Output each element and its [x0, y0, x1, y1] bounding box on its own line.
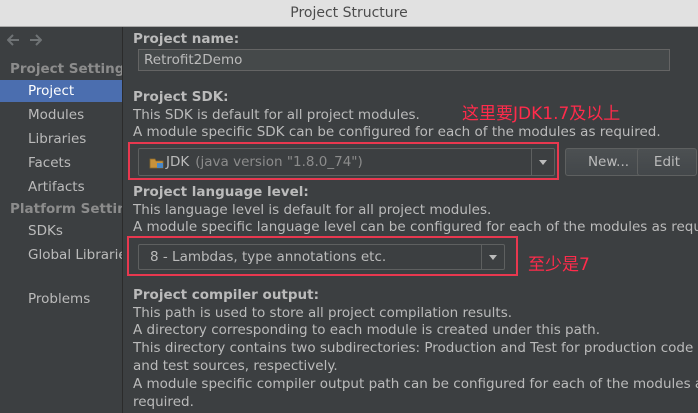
compiler-output-line5: A module specific compiler output path c… — [133, 376, 698, 392]
language-level-highlight-box — [127, 236, 518, 276]
project-name-label: Project name: — [133, 31, 240, 47]
sidebar-item-sdks[interactable]: SDKs — [0, 220, 122, 242]
sidebar-item-facets[interactable]: Facets — [0, 152, 122, 174]
section-project-settings: Project Settings — [10, 61, 123, 77]
sdk-annotation: 这里要JDK1.7及以上 — [462, 104, 621, 124]
compiler-output-line6: required. — [133, 394, 194, 410]
sidebar-item-modules[interactable]: Modules — [0, 104, 122, 126]
back-arrow-icon[interactable] — [7, 34, 20, 46]
language-level-desc1: This language level is default for all p… — [133, 202, 492, 218]
compiler-output-label: Project compiler output: — [133, 287, 320, 303]
language-level-label: Project language level: — [133, 184, 309, 200]
forward-arrow-icon[interactable] — [29, 34, 42, 46]
language-level-desc2: A module specific language level can be … — [133, 219, 698, 235]
sdk-highlight-box — [128, 142, 559, 180]
project-sdk-label: Project SDK: — [133, 89, 229, 105]
compiler-output-line1: This path is used to store all project c… — [133, 305, 513, 321]
sidebar-item-artifacts[interactable]: Artifacts — [0, 176, 122, 198]
compiler-output-line2: A directory corresponding to each module… — [133, 322, 601, 338]
window-titlebar: Project Structure — [0, 0, 698, 27]
project-name-input[interactable]: Retrofit2Demo — [138, 49, 670, 71]
nav-arrows — [7, 34, 42, 46]
project-sdk-desc1: This SDK is default for all project modu… — [133, 107, 420, 123]
section-platform-settings: Platform Settings — [10, 201, 122, 217]
window-title: Project Structure — [290, 5, 408, 21]
sidebar: Project Settings Project Modules Librari… — [0, 27, 123, 413]
sidebar-item-libraries[interactable]: Libraries — [0, 128, 122, 150]
edit-sdk-button[interactable]: Edit — [637, 148, 697, 176]
compiler-output-line4: and test sources, respectively. — [133, 358, 338, 374]
sidebar-item-global-libraries[interactable]: Global Libraries — [0, 244, 122, 266]
project-sdk-desc2: A module specific SDK can be configured … — [133, 124, 661, 140]
compiler-output-line3: This directory contains two subdirectori… — [133, 340, 694, 356]
sidebar-item-project[interactable]: Project — [0, 80, 122, 102]
project-settings-panel: Project name: Retrofit2Demo Project SDK:… — [123, 27, 698, 413]
sidebar-item-problems[interactable]: Problems — [0, 288, 122, 310]
language-level-annotation: 至少是7 — [528, 255, 590, 275]
